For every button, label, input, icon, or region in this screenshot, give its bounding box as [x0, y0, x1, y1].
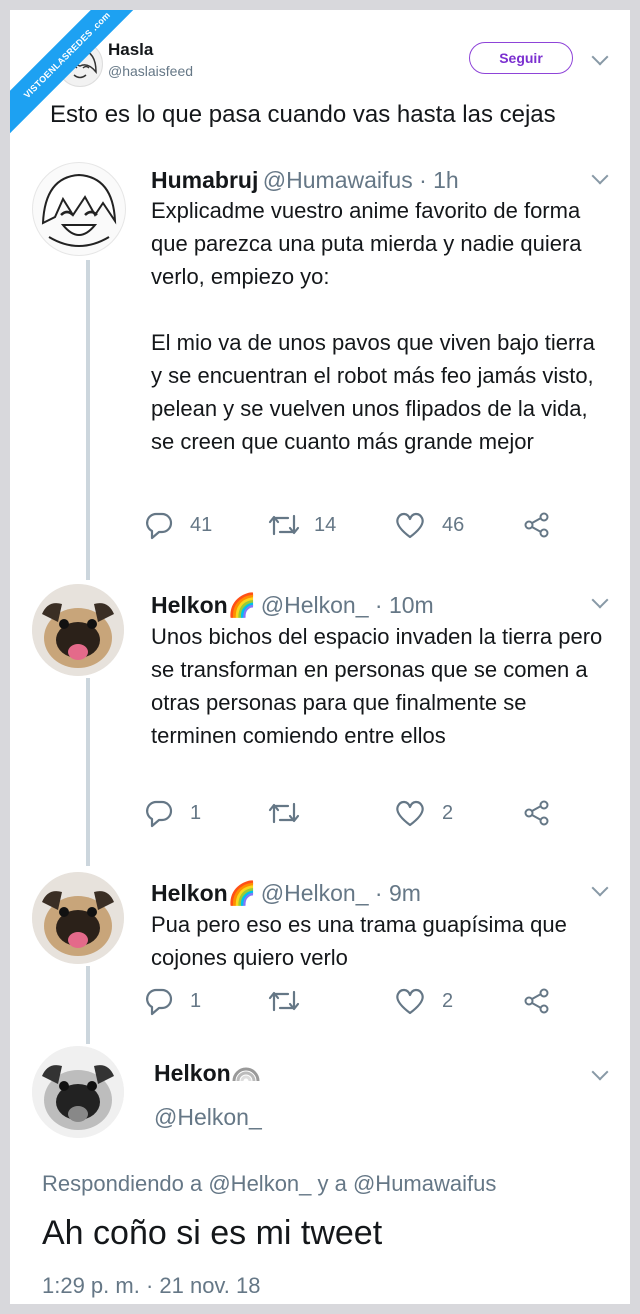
reply-button[interactable]: 41	[144, 510, 212, 540]
chevron-down-icon[interactable]	[591, 591, 609, 609]
like-button[interactable]: 2	[394, 986, 453, 1016]
share-icon	[524, 988, 549, 1014]
tweet-header: Humabruj @Humawaifus · 1h	[151, 167, 459, 194]
tweet-header: Helkon🌈 @Helkon_ · 10m	[151, 592, 434, 619]
like-button[interactable]: 46	[394, 510, 464, 540]
retweet-button[interactable]	[266, 986, 314, 1016]
avatar[interactable]	[32, 872, 124, 964]
tweet-author-name[interactable]: Humabruj	[151, 167, 258, 193]
retweet-button[interactable]: 14	[266, 510, 336, 540]
retweet-icon	[268, 514, 300, 536]
like-icon	[396, 988, 424, 1015]
like-count: 46	[442, 513, 465, 536]
rainbow-icon: 🌈	[227, 880, 257, 906]
avatar[interactable]	[32, 162, 126, 256]
watermark-text: VISTOENLASREDES .com	[10, 10, 140, 140]
tweet-author-name[interactable]: Helkon	[151, 592, 228, 618]
share-button[interactable]	[522, 510, 552, 540]
retweet-icon	[268, 802, 300, 824]
tweet-author-name[interactable]: Helkon	[151, 880, 228, 906]
like-icon	[396, 800, 424, 827]
focused-author-name[interactable]: Helkon	[154, 1060, 231, 1086]
share-button[interactable]	[522, 798, 552, 828]
chevron-down-icon[interactable]	[591, 1063, 609, 1081]
tweet-meta[interactable]: @Humawaifus · 1h	[263, 167, 459, 193]
reply-count: 1	[190, 801, 202, 824]
reply-icon	[146, 988, 173, 1016]
rainbow-icon: 🌈	[227, 592, 257, 618]
reply-button[interactable]: 1	[144, 986, 201, 1016]
chevron-down-icon[interactable]	[591, 879, 609, 897]
chevron-down-icon[interactable]	[591, 48, 609, 66]
share-icon	[524, 800, 549, 826]
thread-line	[86, 678, 90, 866]
tweet-meta[interactable]: @Helkon_ · 10m	[261, 592, 434, 618]
thread-line	[86, 260, 90, 580]
tweet-timestamp[interactable]: 1:29 p. m. · 21 nov. 18	[42, 1273, 261, 1299]
reply-button[interactable]: 1	[144, 798, 201, 828]
tweet-body: Unos bichos del espacio invaden la tierr…	[151, 624, 609, 748]
focused-author-handle[interactable]: @Helkon_	[154, 1104, 262, 1131]
tweet-header: Helkon🌈 @Helkon_ · 9m	[151, 880, 421, 907]
share-icon	[524, 512, 549, 538]
retweet-button[interactable]	[266, 798, 314, 828]
reply-icon	[146, 800, 173, 828]
avatar[interactable]	[32, 584, 124, 676]
replying-to: Respondiendo a @Helkon_ y a @Humawaifus	[42, 1171, 497, 1196]
tweet-body: Explicadme vuestro anime favorito de for…	[151, 198, 595, 454]
focused-tweet-text: Ah coño si es mi tweet	[42, 1214, 383, 1252]
tweet-body: Pua pero eso es una trama guapísima que …	[151, 912, 573, 970]
like-button[interactable]: 2	[394, 798, 453, 828]
rainbow-icon	[232, 1067, 260, 1082]
retweet-icon	[268, 990, 300, 1012]
reply-count: 41	[190, 513, 213, 536]
thread-line	[86, 966, 90, 1044]
share-button[interactable]	[522, 986, 552, 1016]
watermark-corner: VISTOENLASREDES .com	[10, 10, 140, 140]
like-icon	[396, 512, 424, 539]
reply-count: 1	[190, 989, 202, 1012]
chevron-down-icon[interactable]	[591, 167, 609, 185]
follow-button[interactable]: Seguir	[469, 42, 573, 74]
avatar[interactable]	[32, 1046, 124, 1138]
reply-icon	[146, 512, 173, 540]
focused-author: Helkon	[154, 1060, 261, 1087]
retweet-count: 14	[314, 513, 337, 536]
like-count: 2	[442, 989, 454, 1012]
like-count: 2	[442, 801, 454, 824]
tweet-screenshot: VISTOENLASREDES .com Hasla @haslaisfeed …	[10, 10, 630, 1304]
tweet-meta[interactable]: @Helkon_ · 9m	[261, 880, 421, 906]
